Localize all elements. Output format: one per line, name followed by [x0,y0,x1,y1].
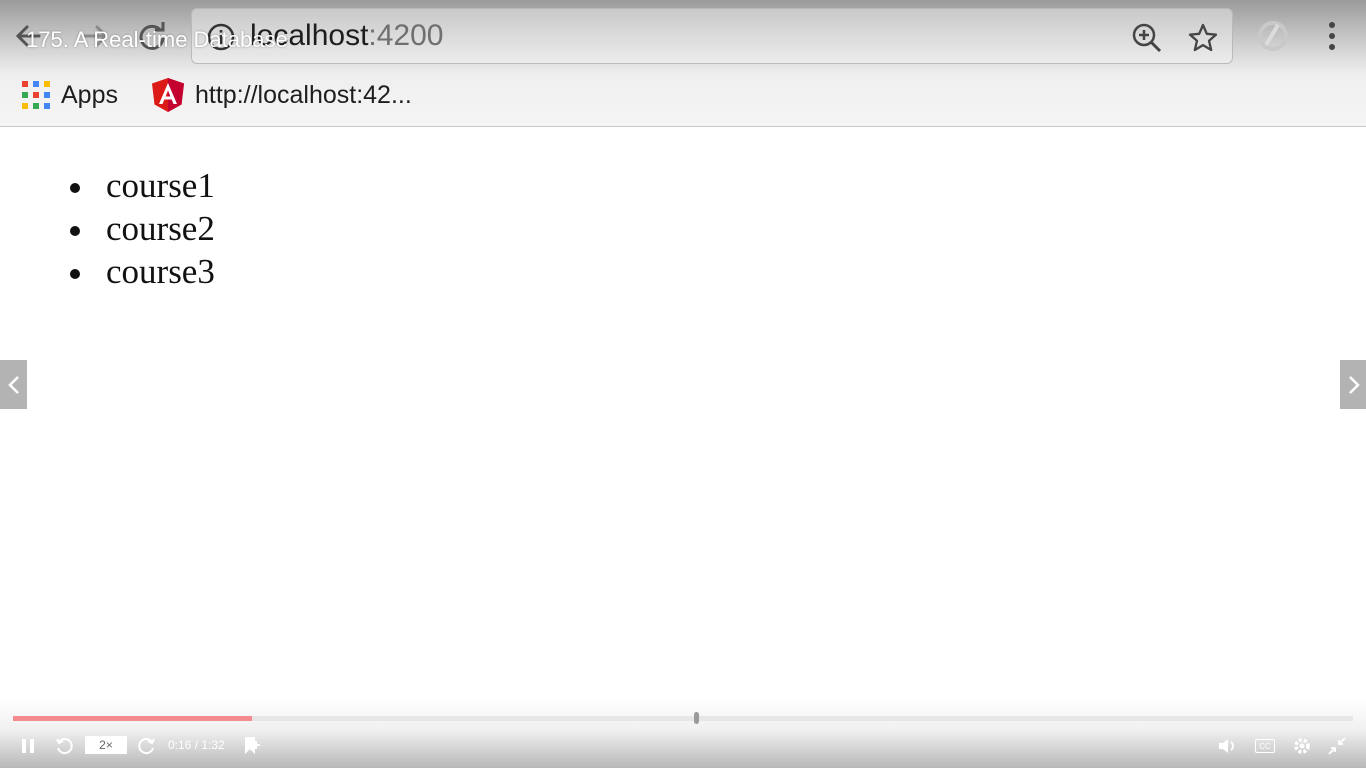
extension-icon [1258,21,1288,51]
url-port: :4200 [368,19,444,52]
angular-logo-icon [152,78,184,112]
volume-icon [1219,739,1234,753]
next-lecture-button[interactable] [1340,360,1366,409]
bookmark-apps[interactable]: Apps [21,78,118,112]
pause-button[interactable] [20,736,36,756]
captions-button[interactable]: CC [1254,736,1276,756]
playback-speed-button[interactable]: 2× [85,736,127,754]
rewind-button[interactable] [54,736,74,756]
chevron-right-icon [1348,375,1360,394]
bookmark-label: Apps [61,80,118,109]
previous-lecture-button[interactable] [0,360,27,409]
captions-icon: CC [1255,739,1275,753]
add-bookmark-button[interactable] [242,736,262,756]
list-item: course3 [70,252,215,291]
pause-icon [22,739,34,753]
zoom-button[interactable] [1130,21,1164,55]
settings-button[interactable] [1291,736,1313,756]
bookmark-localhost[interactable]: http://localhost:42... [151,78,412,112]
bookmark-star-button[interactable] [1186,21,1220,55]
gear-icon [1294,738,1310,754]
extension-button[interactable] [1253,16,1293,56]
bookmark-add-icon [245,737,260,754]
fullscreen-exit-icon [1328,737,1346,755]
playback-time: 0:16 / 1:32 [168,738,225,752]
forward-skip-button[interactable] [137,736,157,756]
zoom-in-icon [1132,23,1162,53]
progress-fill [13,716,252,721]
progress-bar[interactable] [13,716,1353,721]
video-player-controls: 2× 0:16 / 1:32 CC [0,700,1366,768]
volume-button[interactable] [1217,736,1239,756]
bookmark-label: http://localhost:42... [195,80,412,109]
fullscreen-button[interactable] [1326,736,1348,756]
star-icon [1188,23,1218,52]
video-title: 175. A Real-time Database [26,27,288,52]
browser-menu-button[interactable] [1312,16,1352,56]
list-item: course2 [70,209,215,248]
rewind-icon [56,738,73,755]
fast-forward-icon [138,738,155,755]
chevron-left-icon [7,375,19,394]
address-bar[interactable]: localhost:4200 [191,8,1233,64]
scrub-handle[interactable] [693,712,699,724]
course-list: course1 course2 course3 [70,164,215,293]
browser-toolbar: localhost:4200 175. A Real-time Database… [0,0,1366,127]
apps-grid-icon [22,81,50,109]
list-item: course1 [70,166,215,205]
more-vertical-icon [1329,22,1335,50]
